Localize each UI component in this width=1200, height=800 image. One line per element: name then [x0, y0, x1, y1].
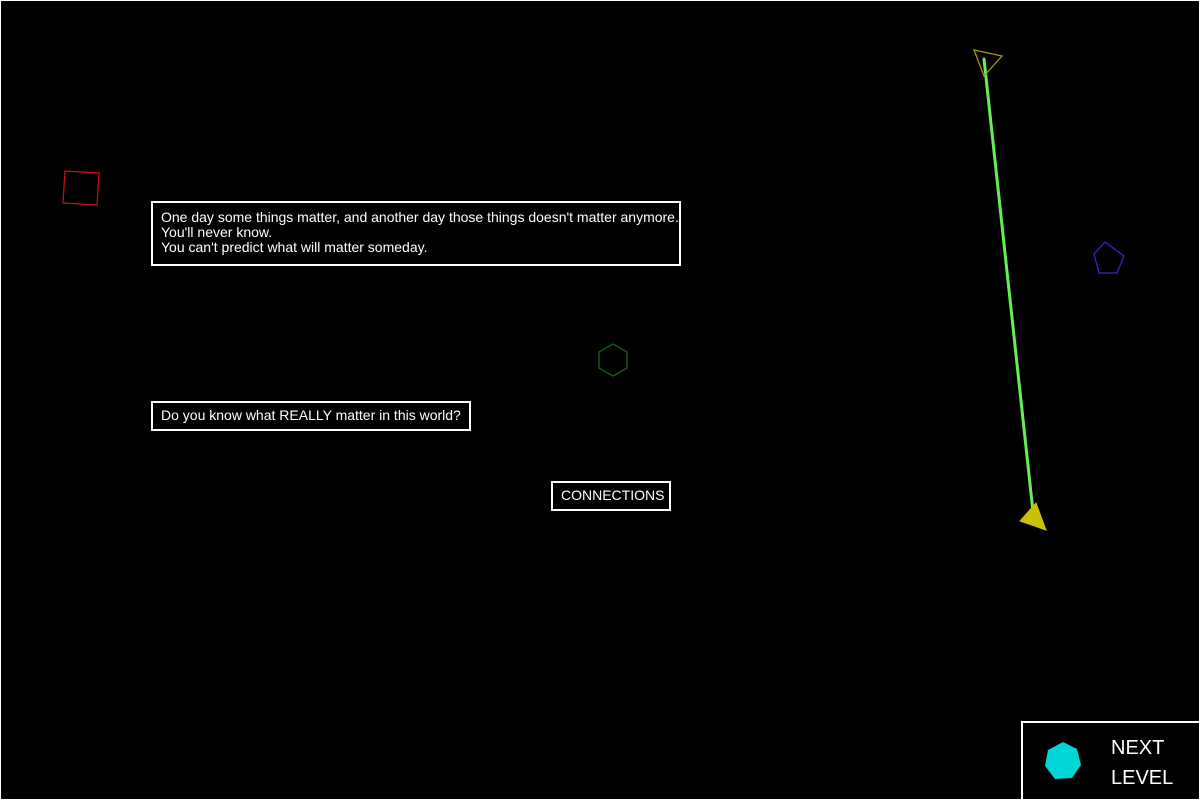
next-level-label: NEXT LEVEL — [1111, 737, 1174, 789]
cyan-heptagon-icon — [1045, 742, 1081, 779]
game-canvas[interactable]: One day some things matter, and another … — [0, 0, 1200, 800]
green-hexagon-icon[interactable] — [598, 343, 628, 377]
message-box: One day some things matter, and another … — [151, 201, 681, 266]
question-text: Do you know what REALLY matter in this w… — [161, 407, 461, 423]
purple-pentagon-icon[interactable] — [1093, 241, 1125, 274]
message-line: You can't predict what will matter somed… — [161, 239, 428, 255]
outline-triangle-icon[interactable] — [973, 49, 1004, 78]
red-square-icon[interactable] — [62, 170, 100, 206]
filled-triangle-icon[interactable] — [1019, 502, 1047, 531]
question-box: Do you know what REALLY matter in this w… — [151, 401, 471, 431]
next-level-button[interactable]: NEXT LEVEL — [1021, 721, 1199, 799]
message-line: You'll never know. — [161, 224, 273, 240]
connections-button-label: CONNECTIONS — [561, 487, 665, 503]
connections-button[interactable]: CONNECTIONS — [551, 481, 671, 511]
message-line: One day some things matter, and another … — [161, 209, 679, 225]
connection-line — [982, 57, 1036, 523]
